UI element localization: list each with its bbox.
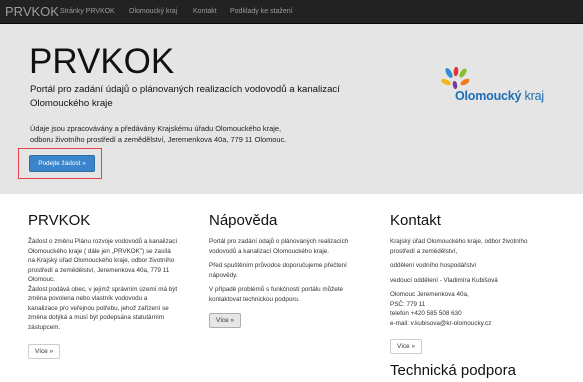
kontakt-phone: telefon +420 585 508 630 [390, 310, 462, 317]
kontakt-paragraph-1: Krajský úřad Olomouckého kraje, odbor ži… [390, 237, 570, 256]
nav-link-podklady[interactable]: Podklady ke stažení [230, 7, 293, 16]
kontakt-text-line: prostředí a zemědělství, [390, 247, 458, 255]
kontakt-heading: Kontakt [390, 212, 441, 229]
napoveda-paragraph-1: Portál pro zadání údajů o plánovaných re… [209, 237, 379, 256]
napoveda-text-line: Portál pro zadání údajů o plánovaných re… [209, 238, 349, 245]
prvkok-heading: PRVKOK [28, 212, 91, 229]
prvkok-text-line: Žádost o změnu Plánu rozvoje vodovodů a … [28, 238, 178, 245]
kontakt-postal-code: PSČ: 779 11 [390, 300, 426, 308]
column-napoveda: Nápověda Portál pro zadání údajů o pláno… [209, 212, 379, 304]
submit-request-button[interactable]: Podejte žádost » [29, 155, 95, 172]
prvkok-paragraph: Žádost o změnu Plánu rozvoje vodovodů a … [28, 237, 200, 332]
prvkok-text-line: na Krajský úřad Olomouckého kraje, odbor… [28, 257, 175, 264]
hero-description: Údaje jsou zpracovávány a předávány Kraj… [30, 123, 370, 145]
kontakt-text-line: Krajský úřad Olomouckého kraje, odbor ži… [390, 238, 528, 245]
prvkok-text-line: Žádost podává obec, v jejímž správním úz… [28, 285, 178, 293]
nav-link-stranky-prvkok[interactable]: Stránky PRVKOK [60, 7, 115, 16]
prvkok-text-line: změna povolena nebo vlastník vodovodu a [28, 295, 148, 302]
kontakt-more-button[interactable]: Více » [390, 339, 422, 354]
napoveda-text-line: Před spuštěním průvodce doporučujeme pře… [209, 262, 347, 269]
hero-jumbotron: PRVKOK Portál pro zadání údajů o plánova… [0, 24, 583, 194]
hero-lead-line: Portál pro zadání údajů o plánovaných re… [30, 84, 340, 95]
hero-desc-line: odboru životního prostředí a zemědělství… [30, 135, 287, 144]
logo-text-regular: kraj [521, 89, 545, 103]
logo-text-bold: Olomoucký [455, 89, 522, 103]
technical-support-heading: Technická podpora [390, 362, 516, 379]
prvkok-text-line: zástupcem. [28, 323, 61, 331]
hero-title: PRVKOK [29, 42, 175, 81]
kontakt-department: oddělení vodního hospodářství [390, 262, 477, 269]
hero-desc-line: Údaje jsou zpracovávány a předávány Kraj… [30, 124, 282, 133]
column-kontakt: Kontakt Krajský úřad Olomouckého kraje, … [390, 212, 570, 328]
hero-lead-line: Olomouckého kraje [30, 98, 113, 109]
kontakt-address: Olomouc Jeremenkova 40a, PSČ: 779 11 tel… [390, 290, 570, 328]
nav-link-kontakt[interactable]: Kontakt [193, 7, 217, 16]
prvkok-more-button[interactable]: Více » [28, 344, 60, 359]
olomoucky-kraj-logo: Olomoucký kraj [437, 67, 557, 115]
top-navbar: PRVKOK Stránky PRVKOK Olomoucký kraj Kon… [0, 0, 583, 24]
napoveda-text-line: vodovodů a kanalizací Olomouckého kraje. [209, 247, 330, 255]
kontakt-head: vedoucí oddělení - Vladimíra Kubišová [390, 276, 498, 284]
prvkok-text-line: kanalizace pro veřejnou potřebu, jehož z… [28, 304, 169, 312]
nav-link-olomoucky-kraj[interactable]: Olomoucký kraj [129, 7, 177, 16]
prvkok-text-line: změna dotýká a musí být podepsána statut… [28, 314, 165, 321]
navbar-brand[interactable]: PRVKOK [5, 4, 59, 19]
napoveda-heading: Nápověda [209, 212, 278, 229]
napoveda-text-line: kontaktovat technickou podporu. [209, 295, 300, 303]
kontakt-address-line: Olomouc Jeremenkova 40a, [390, 291, 469, 298]
kontakt-email[interactable]: e-mail: v.kubisova@kr-olomoucky.cz [390, 319, 570, 329]
prvkok-text-line: Olomouckého kraje ( dále jen „PRVKOK") s… [28, 247, 171, 255]
prvkok-text-line: Olomouc. [28, 276, 55, 283]
prvkok-text-line: prostředí a zemědělství, Jeremenkova 40a… [28, 266, 170, 274]
napoveda-paragraph-3: V případě problémů s funkčností portálu … [209, 285, 379, 304]
napoveda-paragraph-2: Před spuštěním průvodce doporučujeme pře… [209, 261, 379, 280]
napoveda-more-button[interactable]: Více » [209, 313, 241, 328]
column-prvkok: PRVKOK Žádost o změnu Plánu rozvoje vodo… [28, 212, 200, 332]
napoveda-text-line: nápovědy. [209, 271, 238, 279]
napoveda-text-line: V případě problémů s funkčností portálu … [209, 286, 344, 293]
hero-lead: Portál pro zadání údajů o plánovaných re… [30, 83, 390, 111]
logo-text: Olomoucký kraj [455, 89, 544, 103]
